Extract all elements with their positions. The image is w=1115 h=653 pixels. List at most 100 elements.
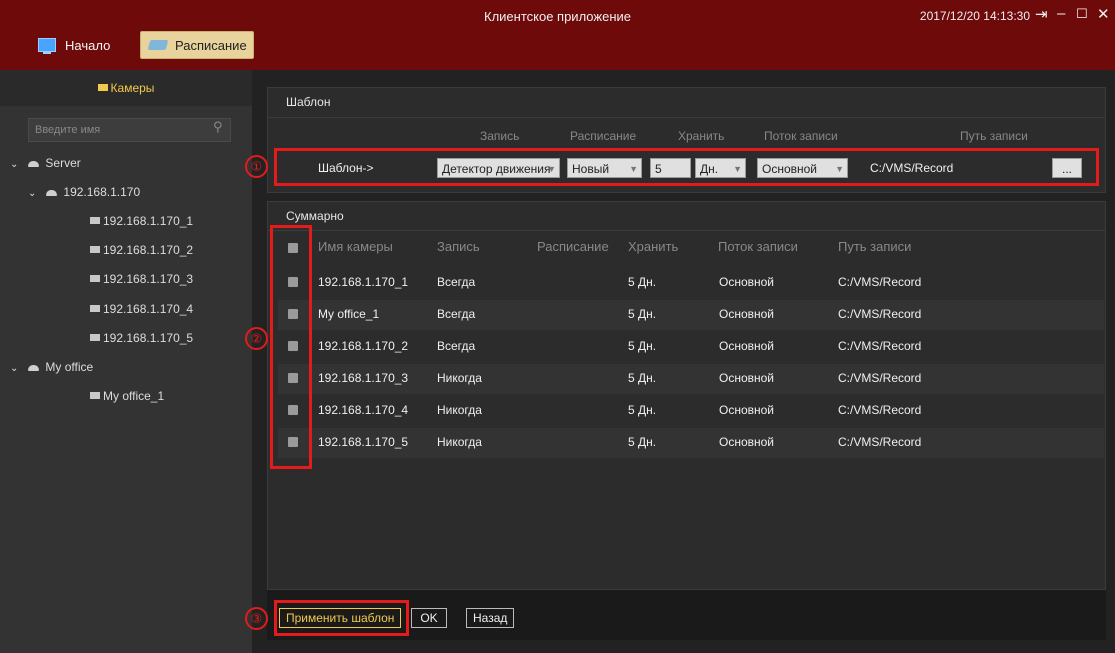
chevron-down-icon[interactable]: ⌄: [28, 188, 36, 199]
close-icon[interactable]: ✕: [1097, 5, 1110, 23]
highlight-checkbox-column: [270, 225, 312, 469]
col-schedule: Расписание: [537, 239, 609, 254]
tree-camera-item[interactable]: 192.168.1.170_3: [90, 272, 193, 286]
table-row[interactable]: 192.168.1.170_5 Никогда 5 Дн. Основной C…: [278, 428, 1104, 458]
server-icon: [28, 161, 40, 167]
table-row[interactable]: 192.168.1.170_2 Всегда 5 Дн. Основной C:…: [278, 332, 1104, 362]
cell-name: 192.168.1.170_3: [318, 371, 409, 385]
monitor-icon: [38, 38, 56, 54]
cell-stream: Основной: [719, 275, 775, 289]
camera-icon: [90, 275, 100, 282]
col-record: Запись: [437, 239, 480, 254]
tree-label: 192.168.1.170_2: [103, 243, 194, 257]
tree-camera-item[interactable]: My office_1: [90, 389, 164, 403]
title-bar: Клиентское приложение 2017/12/20 14:13:3…: [0, 0, 1115, 70]
cell-keep: 5 Дн.: [628, 307, 657, 321]
camera-icon: [90, 392, 100, 399]
summary-title: Суммарно: [286, 209, 344, 223]
tree-label: 192.168.1.170_4: [103, 302, 194, 316]
cell-path: C:/VMS/Record: [838, 275, 922, 289]
tree-label: 192.168.1.170_3: [103, 272, 194, 286]
cell-record: Всегда: [437, 307, 476, 321]
chevron-down-icon[interactable]: ⌄: [10, 363, 18, 374]
template-col-record: Запись: [480, 129, 520, 143]
tree-label: Server: [45, 156, 81, 170]
logout-icon[interactable]: ⇥: [1035, 5, 1048, 23]
cell-stream: Основной: [719, 371, 775, 385]
cell-stream: Основной: [719, 339, 775, 353]
table-row[interactable]: 192.168.1.170_3 Никогда 5 Дн. Основной C…: [278, 364, 1104, 394]
col-path: Путь записи: [838, 239, 912, 254]
camera-icon: [90, 334, 100, 341]
cell-name: 192.168.1.170_4: [318, 403, 409, 417]
tree-camera-item[interactable]: 192.168.1.170_1: [90, 214, 193, 228]
chevron-down-icon[interactable]: ⌄: [10, 159, 18, 170]
cell-name: 192.168.1.170_1: [318, 275, 409, 289]
search-icon[interactable]: ⚲: [213, 119, 223, 135]
cell-name: My office_1: [318, 307, 380, 321]
sidebar-title-label: Камеры: [110, 81, 155, 95]
sidebar: Камеры Введите имя ⚲ ⌄ Server ⌄ 192.168.1.…: [0, 70, 252, 653]
marker-1: ①: [245, 155, 268, 178]
sidebar-title: Камеры: [0, 81, 252, 95]
cell-record: Никогда: [437, 403, 482, 417]
camera-icon: [97, 84, 108, 91]
table-row[interactable]: 192.168.1.170_4 Никогда 5 Дн. Основной C…: [278, 396, 1104, 426]
cell-record: Всегда: [437, 275, 476, 289]
maximize-icon[interactable]: ☐: [1076, 6, 1088, 22]
cell-name: 192.168.1.170_5: [318, 435, 409, 449]
cell-name: 192.168.1.170_2: [318, 339, 409, 353]
tree-camera-item[interactable]: 192.168.1.170_2: [90, 243, 193, 257]
divider: [267, 230, 1106, 231]
tree-camera-item[interactable]: 192.168.1.170_4: [90, 302, 193, 316]
tab-schedule-label: Расписание: [175, 37, 247, 53]
cell-path: C:/VMS/Record: [838, 307, 922, 321]
template-col-keep: Хранить: [678, 129, 725, 143]
sidebar-header: Камеры: [0, 70, 252, 106]
tab-home-label: Начало: [65, 37, 111, 53]
back-button[interactable]: Назад: [466, 608, 515, 628]
cell-path: C:/VMS/Record: [838, 435, 922, 449]
datetime: 2017/12/20 14:13:30: [919, 9, 1030, 23]
col-camera-name: Имя камеры: [318, 239, 393, 254]
cell-keep: 5 Дн.: [628, 435, 657, 449]
cell-record: Никогда: [437, 435, 482, 449]
cell-path: C:/VMS/Record: [838, 403, 922, 417]
tree-node-server[interactable]: ⌄ Server: [10, 156, 81, 170]
template-title: Шаблон: [286, 95, 331, 109]
tree-label: 192.168.1.170: [63, 185, 141, 199]
col-stream: Поток записи: [718, 239, 798, 254]
camera-schedule-icon: [147, 40, 169, 50]
camera-icon: [90, 217, 100, 224]
tab-schedule[interactable]: Расписание: [140, 31, 254, 59]
cell-stream: Основной: [719, 307, 775, 321]
table-row[interactable]: My office_1 Всегда 5 Дн. Основной C:/VMS…: [278, 300, 1104, 330]
marker-3: ③: [245, 607, 268, 630]
device-icon: [46, 190, 58, 196]
tree-label: 192.168.1.170_5: [103, 331, 194, 345]
tree-node-office[interactable]: ⌄ My office: [10, 360, 93, 374]
minimize-icon[interactable]: –: [1057, 5, 1065, 22]
tree-label: My office: [45, 360, 94, 374]
cell-stream: Основной: [719, 403, 775, 417]
camera-icon: [90, 305, 100, 312]
camera-icon: [90, 246, 100, 253]
server-icon: [28, 365, 40, 371]
template-col-schedule: Расписание: [570, 129, 637, 143]
tree-label: 192.168.1.170_1: [103, 214, 194, 228]
template-col-stream: Поток записи: [764, 129, 838, 143]
camera-search-input[interactable]: Введите имя: [28, 118, 231, 142]
cell-record: Всегда: [437, 339, 476, 353]
divider: [267, 117, 1106, 118]
tree-node-ip[interactable]: ⌄ 192.168.1.170: [28, 185, 140, 199]
table-row[interactable]: 192.168.1.170_1 Всегда 5 Дн. Основной C:…: [278, 268, 1104, 298]
highlight-apply-button: [274, 600, 409, 636]
col-keep: Хранить: [628, 239, 679, 254]
tab-home[interactable]: Начало: [38, 31, 124, 59]
cell-keep: 5 Дн.: [628, 403, 657, 417]
cell-keep: 5 Дн.: [628, 339, 657, 353]
tree-label: My office_1: [103, 389, 165, 403]
ok-button[interactable]: OK: [411, 608, 447, 628]
marker-2: ②: [245, 327, 268, 350]
tree-camera-item[interactable]: 192.168.1.170_5: [90, 331, 193, 345]
